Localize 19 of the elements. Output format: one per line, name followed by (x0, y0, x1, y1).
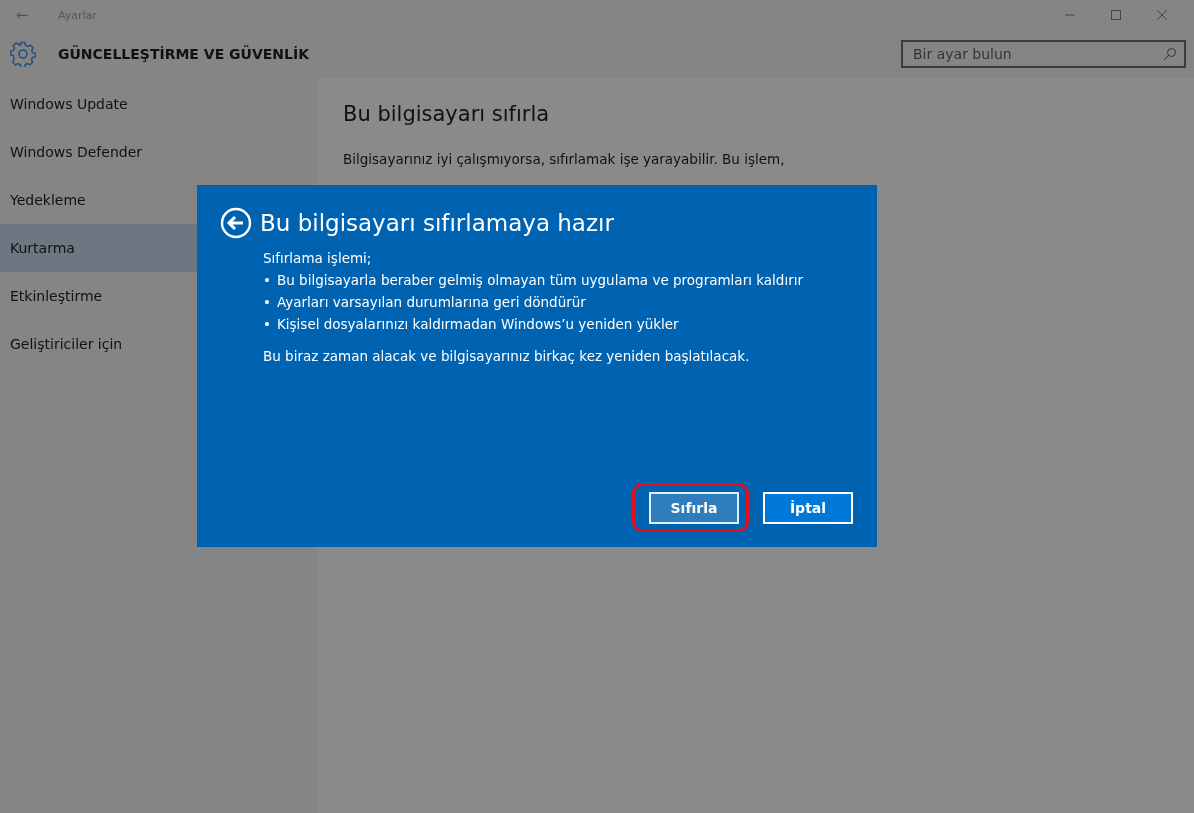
gear-icon (10, 41, 36, 67)
bullet-text: Kişisel dosyalarınızı kaldırmadan Windows’u yeniden yükler (276, 315, 679, 334)
maximize-icon[interactable] (1110, 9, 1122, 21)
bullet-mark: • (263, 293, 271, 312)
bullet-text: Bu bilgisayarla beraber gelmiş olmayan tüm uygulama ve programları kaldırır (276, 271, 803, 290)
bullet-mark: • (263, 271, 271, 290)
note-text: Bu biraz zaman alacak ve bilgisayarınız birkaç kez yeniden başlatılacak. (263, 347, 751, 366)
search-field[interactable]: Bir ayar bulun (901, 40, 1186, 68)
search-icon (1163, 47, 1177, 61)
page-heading: GÜNCELLEŞTİRME VE GÜVENLİK (58, 46, 310, 62)
sidebar-item[interactable]: Windows Defender (0, 128, 318, 176)
section-title: Bu bilgisayarı sıfırla (343, 102, 551, 126)
dialog-button[interactable]: İptal (763, 492, 853, 524)
sidebar-item[interactable]: Windows Update (0, 80, 318, 128)
dialog-button[interactable]: Sıfırla (649, 492, 739, 524)
bullet-text: Ayarları varsayılan durumlarına geri döndürür (276, 293, 586, 312)
close-icon[interactable] (1156, 9, 1168, 21)
bullet-mark: • (263, 315, 271, 334)
description-text: Bilgisayarınız iyi çalışmıyorsa, sıfırlamak işe yarayabilir. Bu işlem, (343, 150, 786, 169)
